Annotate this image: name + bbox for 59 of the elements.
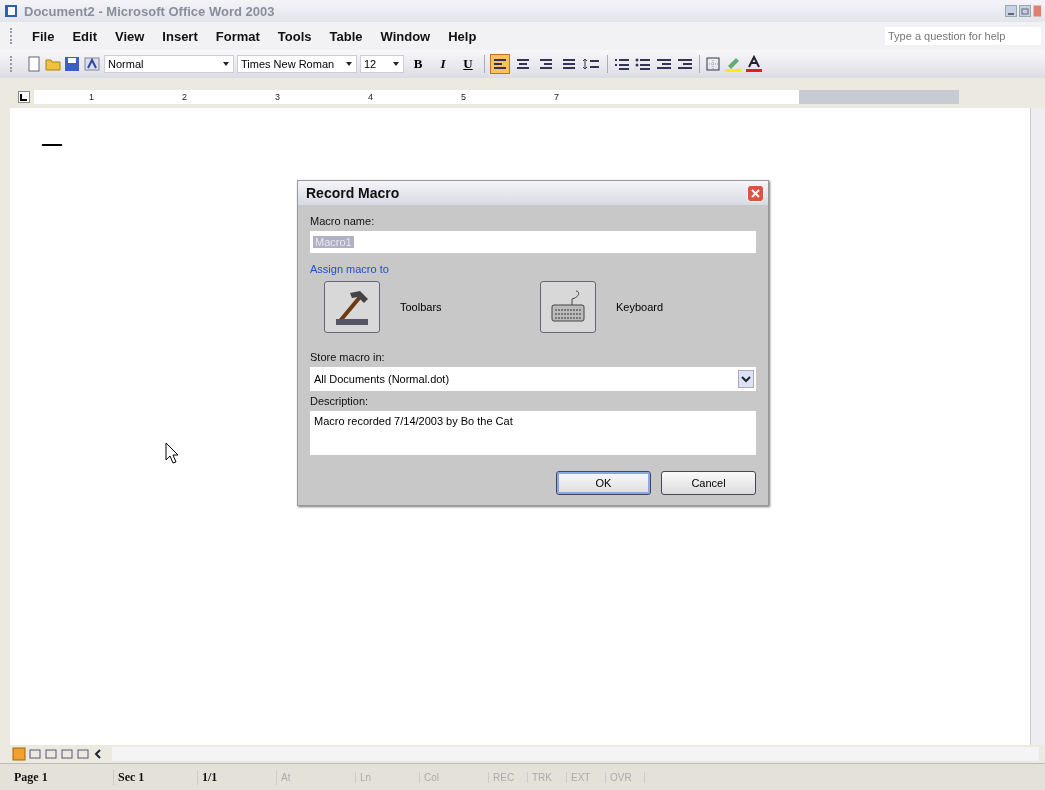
assign-macro-label: Assign macro to bbox=[310, 263, 390, 275]
decrease-indent-icon[interactable] bbox=[655, 56, 673, 72]
ruler-number: 1 bbox=[89, 92, 94, 102]
restore-icon[interactable] bbox=[1019, 5, 1031, 17]
numbered-list-icon[interactable] bbox=[613, 56, 631, 72]
font-color-icon[interactable] bbox=[745, 55, 763, 73]
status-field: At bbox=[277, 771, 356, 783]
status-field: Page 1 bbox=[10, 769, 114, 785]
line-spacing-icon[interactable] bbox=[582, 56, 602, 72]
menu-item[interactable]: Insert bbox=[153, 28, 207, 44]
status-field: REC bbox=[489, 771, 528, 783]
assign-option-label: Toolbars bbox=[400, 301, 442, 313]
align-icon[interactable] bbox=[490, 54, 510, 74]
ruler-number: 3 bbox=[274, 92, 280, 102]
status-field: Sec 1 bbox=[114, 769, 198, 785]
help-search-field[interactable]: Type a question for help bbox=[885, 27, 1041, 45]
store-macro-dropdown[interactable]: All Documents (Normal.dot) bbox=[310, 367, 756, 391]
menu-item[interactable]: Edit bbox=[63, 28, 106, 44]
macro-name-label: Macro name: bbox=[310, 215, 376, 227]
style-dropdown[interactable]: Normal bbox=[104, 55, 234, 73]
underline-button[interactable]: U bbox=[457, 53, 479, 75]
status-field: OVR bbox=[606, 771, 645, 783]
document-icon bbox=[4, 4, 18, 18]
dialog-title: Record Macro bbox=[306, 185, 400, 201]
menu-item[interactable]: Window bbox=[371, 28, 440, 44]
ruler-number: 4 bbox=[367, 92, 373, 102]
description-label: Description: bbox=[310, 395, 370, 407]
menu-item[interactable]: Help bbox=[439, 28, 486, 44]
menu-item[interactable]: Tools bbox=[268, 28, 321, 44]
ruler-number: 5 bbox=[460, 92, 466, 102]
font-dropdown[interactable]: Times New Roman bbox=[237, 55, 357, 73]
menu-item[interactable]: Table bbox=[320, 28, 372, 44]
increase-indent-icon[interactable] bbox=[676, 56, 694, 72]
assign-option-label: Keyboard bbox=[616, 301, 664, 313]
keyboard-button[interactable] bbox=[540, 281, 596, 333]
border-icon[interactable] bbox=[705, 56, 721, 72]
cancel-button[interactable]: Cancel bbox=[661, 471, 756, 495]
ruler-number: 7 bbox=[553, 92, 559, 102]
font-size-dropdown[interactable]: 12 bbox=[360, 55, 404, 73]
bulleted-list-icon[interactable] bbox=[634, 56, 652, 72]
window-title: Document2 - Microsoft Office Word 2003 bbox=[24, 3, 275, 19]
ruler-number: 2 bbox=[182, 92, 187, 102]
tab-selector-icon[interactable] bbox=[18, 91, 30, 103]
toolbars-button[interactable] bbox=[324, 281, 380, 333]
italic-button[interactable]: I bbox=[432, 53, 454, 75]
status-field: TRK bbox=[528, 771, 567, 783]
ok-button[interactable]: OK bbox=[556, 471, 651, 495]
mouse-pointer-icon bbox=[165, 442, 179, 464]
menu-item[interactable]: Format bbox=[206, 28, 269, 44]
minimize-icon[interactable] bbox=[1005, 5, 1017, 17]
store-macro-label: Store macro in: bbox=[310, 351, 386, 363]
vertical-scrollbar[interactable] bbox=[1030, 108, 1045, 745]
status-field: EXT bbox=[567, 771, 606, 783]
description-field[interactable]: Macro recorded 7/14/2003 by Bo the Cat bbox=[310, 411, 756, 455]
menu-item[interactable]: File bbox=[23, 28, 64, 44]
menu-item[interactable]: View bbox=[105, 28, 154, 44]
styles-icon[interactable] bbox=[83, 56, 101, 72]
status-field: 1/1 bbox=[198, 769, 277, 785]
bold-button[interactable]: B bbox=[407, 53, 429, 75]
